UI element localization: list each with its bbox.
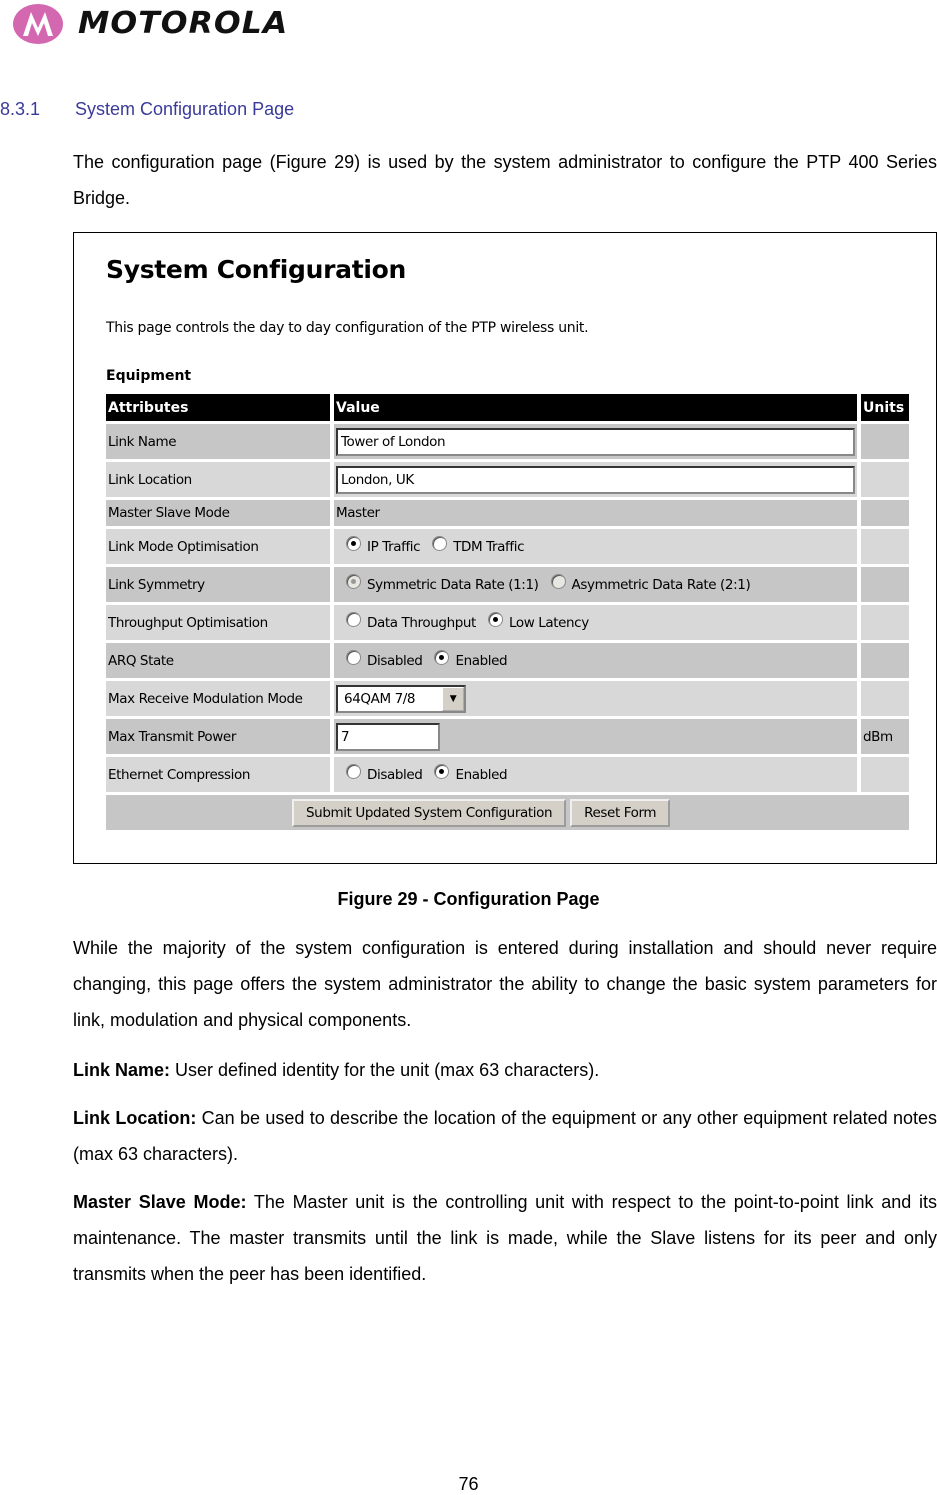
row-label: Max Transmit Power — [106, 719, 330, 754]
submit-config-button[interactable]: Submit Updated System Configuration — [292, 798, 567, 827]
row-master-slave-mode: Master Slave Mode Master — [106, 500, 909, 526]
radio-tdm-traffic[interactable]: TDM Traffic — [432, 536, 525, 555]
master-slave-value: Master — [334, 500, 857, 526]
radio-unchecked-disabled-icon[interactable] — [550, 574, 566, 589]
definition: User defined identity for the unit (max … — [170, 1060, 600, 1080]
link-location-definition: Link Location: Can be used to describe t… — [73, 1100, 937, 1172]
page-number: 76 — [458, 1474, 479, 1494]
section-heading: 8.3.1 System Configuration Page — [0, 99, 294, 120]
radio-checked-disabled-icon[interactable] — [346, 574, 361, 589]
radio-label: Enabled — [455, 652, 508, 669]
section-number: 8.3.1 — [0, 99, 41, 119]
figure-caption: Figure 29 - Configuration Page — [337, 889, 600, 909]
radio-eth-enabled[interactable]: Enabled — [434, 764, 508, 783]
radio-arq-enabled[interactable]: Enabled — [434, 650, 508, 669]
row-link-name: Link Name Tower of London — [106, 424, 909, 459]
row-label: Link Mode Optimisation — [106, 529, 330, 564]
motorola-logo: MOTOROLA — [8, 0, 287, 62]
row-throughput-optimisation: Throughput Optimisation Data Throughput … — [106, 605, 909, 640]
col-units: Units — [861, 394, 909, 421]
row-max-transmit-power: Max Transmit Power 7 dBm — [106, 719, 909, 754]
section-title: System Configuration Page — [75, 99, 295, 119]
radio-checked-icon[interactable] — [346, 536, 361, 551]
radio-label: Disabled — [367, 652, 423, 669]
radio-unchecked-icon[interactable] — [346, 650, 361, 665]
units-cell — [861, 500, 909, 526]
row-ethernet-compression: Ethernet Compression Disabled Enabled — [106, 757, 909, 792]
link-name-input[interactable]: Tower of London — [336, 427, 855, 456]
row-label: Link Name — [106, 424, 330, 459]
units-cell — [861, 567, 909, 602]
row-label: Master Slave Mode — [106, 500, 330, 526]
equipment-group-label: Equipment — [106, 368, 192, 384]
radio-asymmetric[interactable]: Asymmetric Data Rate (2:1) — [550, 574, 751, 593]
config-page-title: System Configuration — [106, 255, 406, 284]
term: Link Name: — [73, 1060, 171, 1080]
figure-screenshot: System Configuration This page controls … — [73, 232, 937, 864]
term: Master Slave Mode: — [73, 1192, 247, 1212]
motorola-batwing-icon — [13, 4, 63, 44]
units-cell — [861, 529, 909, 564]
table-header: Attributes Value Units — [106, 394, 909, 421]
radio-label: Asymmetric Data Rate (2:1) — [571, 576, 751, 593]
units-cell — [861, 605, 909, 640]
col-value: Value — [334, 394, 857, 421]
row-label: Link Symmetry — [106, 567, 330, 602]
radio-symmetric[interactable]: Symmetric Data Rate (1:1) — [346, 574, 539, 593]
master-slave-definition: Master Slave Mode: The Master unit is th… — [73, 1184, 937, 1292]
row-link-symmetry: Link Symmetry Symmetric Data Rate (1:1) … — [106, 567, 909, 602]
radio-data-throughput[interactable]: Data Throughput — [346, 612, 476, 631]
radio-arq-disabled[interactable]: Disabled — [346, 650, 423, 669]
row-label: Throughput Optimisation — [106, 605, 330, 640]
row-link-location: Link Location London, UK — [106, 462, 909, 497]
radio-label: Symmetric Data Rate (1:1) — [367, 576, 539, 593]
radio-eth-disabled[interactable]: Disabled — [346, 764, 423, 783]
radio-unchecked-icon[interactable] — [346, 612, 361, 627]
units-cell — [861, 424, 909, 459]
row-label: ARQ State — [106, 643, 330, 678]
modulation-select[interactable]: 64QAM 7/8 ▼ — [336, 684, 466, 713]
radio-label: TDM Traffic — [453, 538, 525, 555]
dropdown-arrow-icon[interactable]: ▼ — [442, 686, 464, 711]
row-link-mode-optimisation: Link Mode Optimisation IP Traffic TDM Tr… — [106, 529, 909, 564]
config-table: Attributes Value Units Link Name Tower o… — [102, 391, 913, 833]
tx-power-input[interactable]: 7 — [336, 722, 440, 751]
row-arq-state: ARQ State Disabled Enabled — [106, 643, 909, 678]
radio-checked-icon[interactable] — [434, 764, 450, 779]
row-label: Ethernet Compression — [106, 757, 330, 792]
units-cell — [861, 757, 909, 792]
units-cell — [861, 681, 909, 716]
body-paragraph: While the majority of the system configu… — [73, 938, 937, 1030]
definition: Can be used to describe the location of … — [73, 1108, 937, 1164]
row-label: Max Receive Modulation Mode — [106, 681, 330, 716]
units-cell: dBm — [861, 719, 909, 754]
term: Link Location: — [73, 1108, 197, 1128]
radio-low-latency[interactable]: Low Latency — [487, 612, 589, 631]
row-label: Link Location — [106, 462, 330, 497]
row-max-receive-modulation: Max Receive Modulation Mode 64QAM 7/8 ▼ — [106, 681, 909, 716]
link-location-input[interactable]: London, UK — [336, 465, 855, 494]
radio-checked-icon[interactable] — [487, 612, 503, 627]
intro-paragraph: The configuration page (Figure 29) is us… — [73, 152, 937, 208]
radio-label: IP Traffic — [367, 538, 421, 555]
button-row: Submit Updated System Configuration Reset… — [106, 795, 909, 830]
units-cell — [861, 643, 909, 678]
radio-unchecked-icon[interactable] — [346, 764, 361, 779]
config-page-description: This page controls the day to day config… — [106, 320, 589, 336]
link-name-definition: Link Name: User defined identity for the… — [73, 1052, 937, 1088]
reset-form-button[interactable]: Reset Form — [570, 798, 671, 827]
units-cell — [861, 462, 909, 497]
radio-label: Enabled — [455, 766, 508, 783]
radio-checked-icon[interactable] — [434, 650, 450, 665]
radio-label: Disabled — [367, 766, 423, 783]
modulation-selected-value: 64QAM 7/8 — [344, 690, 416, 707]
col-attributes: Attributes — [106, 394, 330, 421]
radio-label: Low Latency — [508, 614, 589, 631]
radio-ip-traffic[interactable]: IP Traffic — [346, 536, 421, 555]
radio-label: Data Throughput — [367, 614, 476, 631]
brand-name: MOTOROLA — [78, 6, 289, 41]
radio-unchecked-icon[interactable] — [432, 536, 448, 551]
